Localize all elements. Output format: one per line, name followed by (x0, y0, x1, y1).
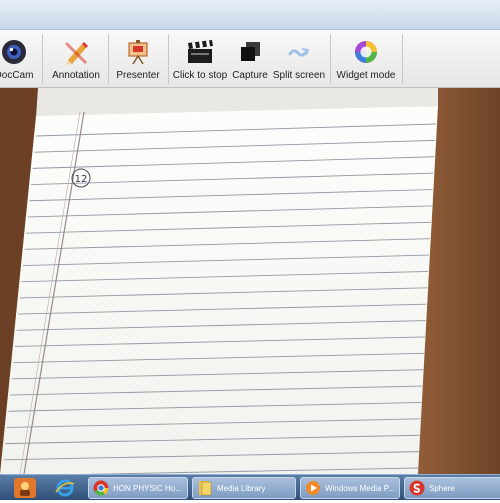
capture-label: Capture (232, 70, 268, 81)
clapperboard-icon (185, 37, 215, 67)
click-to-stop-button[interactable]: Click to stop (172, 30, 228, 88)
annotation-label: Annotation (52, 70, 100, 81)
toolbar-separator (108, 34, 109, 84)
taskbar-item-label: Sphere (429, 483, 455, 493)
split-screen-button[interactable]: Split screen (272, 30, 326, 88)
toolbar-separator (42, 34, 43, 84)
toolbar: DocCam Annotation Presenter (0, 30, 500, 88)
internet-explorer-icon[interactable] (54, 478, 76, 498)
widget-mode-label: Widget mode (336, 70, 396, 81)
split-screen-label: Split screen (272, 70, 326, 81)
taskbar-item-media-player[interactable]: Windows Media P... (300, 477, 400, 499)
presenter-label: Presenter (116, 70, 160, 81)
color-wheel-icon (351, 37, 381, 67)
window-title-bar (0, 0, 500, 30)
split-screen-icon (284, 37, 314, 67)
page-number: 12 (75, 174, 88, 185)
doccam-label: DocCam (0, 70, 34, 81)
taskbar: HON PHYSIC Ho... Media Library Windows M… (0, 474, 500, 500)
widget-mode-button[interactable]: Widget mode (334, 30, 398, 88)
capture-button[interactable]: Capture (230, 30, 270, 88)
annotation-button[interactable]: Annotation (48, 30, 104, 88)
webcam-icon (0, 37, 29, 67)
toolbar-separator (402, 34, 403, 84)
taskbar-item-label: Windows Media P... (325, 483, 395, 493)
taskbar-item-media-library[interactable]: Media Library (192, 477, 296, 499)
taskbar-item-label: Media Library (217, 483, 266, 493)
doccam-button[interactable]: DocCam (0, 30, 36, 88)
lined-paper (0, 106, 438, 474)
toolbar-separator (330, 34, 331, 84)
capture-icon (235, 37, 265, 67)
toolbar-separator (168, 34, 169, 84)
sphere-app-icon (409, 480, 425, 496)
presenter-button[interactable]: Presenter (112, 30, 164, 88)
camera-feed: 12 (0, 88, 500, 474)
pencil-icon (61, 37, 91, 67)
chrome-icon (93, 480, 109, 496)
app-launcher-icon[interactable] (14, 478, 36, 498)
camera-view: 12 (0, 88, 500, 474)
taskbar-item-sphere[interactable]: Sphere (404, 477, 500, 499)
taskbar-item-browser[interactable]: HON PHYSIC Ho... (88, 477, 188, 499)
click-to-stop-label: Click to stop (172, 70, 228, 81)
media-player-icon (305, 480, 321, 496)
folder-icon (197, 480, 213, 496)
taskbar-item-label: HON PHYSIC Ho... (113, 483, 182, 493)
presenter-easel-icon (123, 37, 153, 67)
